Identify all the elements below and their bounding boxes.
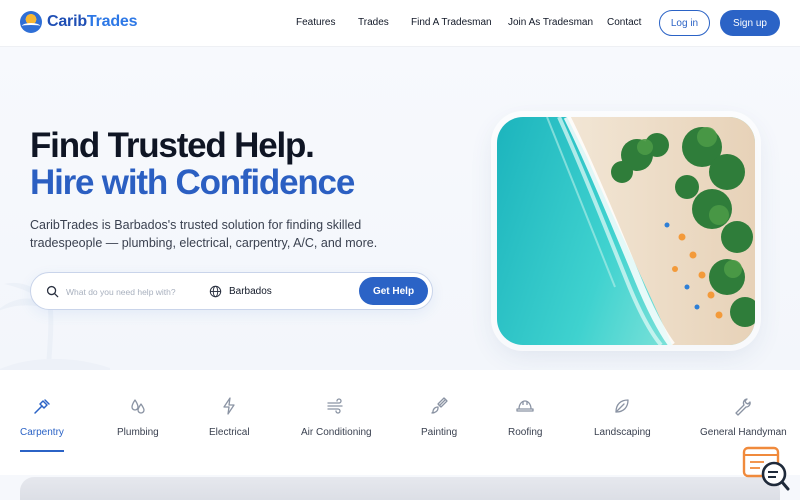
hero-subtext: CaribTrades is Barbados's trusted soluti… [30, 218, 378, 250]
trade-tab-plumbing[interactable]: Plumbing [117, 396, 159, 438]
location-selector[interactable]: Barbados [229, 286, 272, 297]
trade-tab-air-conditioning[interactable]: Air Conditioning [301, 396, 372, 438]
hard-hat-icon [516, 400, 534, 412]
trade-tab-painting[interactable]: Painting [421, 396, 457, 438]
nav-link-find-tradesman[interactable]: Find A Tradesman [411, 17, 508, 28]
nav-links: Features Trades Find A Tradesman Join As… [296, 17, 647, 28]
paintbrush-icon [431, 397, 448, 414]
login-button[interactable]: Log in [659, 10, 710, 36]
headline-line-2: Hire with Confidence [30, 163, 355, 202]
trade-label: Carpentry [20, 427, 64, 438]
signup-button[interactable]: Sign up [720, 10, 780, 36]
trade-label: Plumbing [117, 427, 159, 438]
top-navbar: CaribTrades Features Trades Find A Trade… [0, 0, 800, 47]
trade-label: Painting [421, 427, 458, 438]
leaf-icon [615, 399, 630, 413]
hero-headline: Find Trusted Help. Hire with Confidence [30, 126, 355, 202]
chat-support-icon[interactable] [742, 446, 790, 492]
headline-line-1: Find Trusted Help. [30, 126, 315, 165]
lightning-icon [223, 397, 235, 415]
trade-tab-electrical[interactable]: Electrical [209, 396, 250, 438]
sun-wave-logo-icon [20, 11, 42, 33]
trades-category-bar: Carpentry Plumbing Electrical Air Condit… [0, 370, 800, 475]
next-section-preview [20, 477, 780, 500]
brand-name: CaribTrades [47, 13, 138, 30]
water-drops-icon [131, 399, 145, 414]
hero-section: Find Trusted Help. Hire with Confidence … [0, 47, 800, 370]
nav-link-features[interactable]: Features [296, 17, 358, 28]
beach-aerial-image [497, 117, 755, 345]
wind-icon [327, 398, 343, 414]
search-input[interactable] [66, 283, 184, 301]
nav-link-trades[interactable]: Trades [358, 17, 411, 28]
hammer-icon [34, 399, 50, 414]
trade-label: Electrical [209, 427, 250, 438]
trade-tab-roofing[interactable]: Roofing [508, 396, 542, 438]
search-icon [46, 285, 59, 298]
wrench-icon [735, 398, 752, 416]
trade-label: Landscaping [594, 427, 651, 438]
nav-link-join-tradesman[interactable]: Join As Tradesman [508, 17, 607, 28]
trade-label: General Handyman [700, 427, 787, 438]
get-help-button[interactable]: Get Help [359, 277, 428, 305]
trade-label: Air Conditioning [301, 427, 372, 438]
search-bar: Barbados Get Help [30, 272, 433, 310]
trade-label: Roofing [508, 427, 543, 438]
globe-icon [209, 285, 222, 298]
brand-logo[interactable]: CaribTrades [20, 11, 137, 33]
trade-tab-carpentry[interactable]: Carpentry [20, 396, 64, 452]
trade-tab-landscaping[interactable]: Landscaping [594, 396, 651, 438]
trade-tab-general-handyman[interactable]: General Handyman [700, 396, 787, 438]
nav-link-contact[interactable]: Contact [607, 17, 647, 28]
